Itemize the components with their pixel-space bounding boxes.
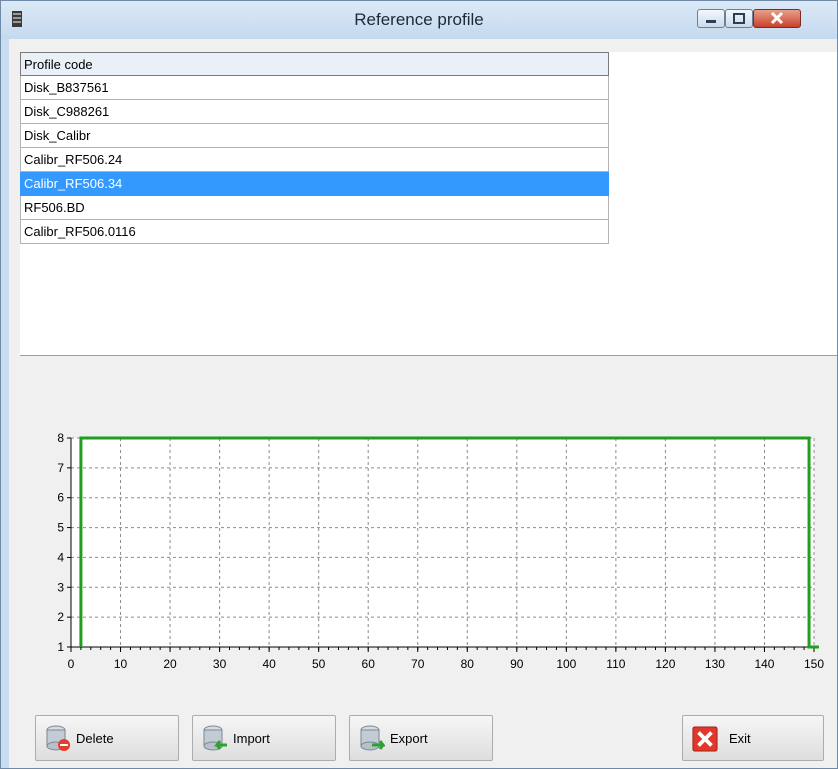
profile-list-header[interactable]: Profile code: [20, 52, 609, 76]
profile-list-item[interactable]: Disk_B837561: [20, 76, 609, 100]
reference-profile-window: Reference profile Profile code Disk_B837…: [0, 0, 838, 769]
client-area: Profile code Disk_B837561 Disk_C988261 D…: [9, 39, 837, 768]
database-export-icon: [360, 725, 385, 751]
profile-list-item-selected[interactable]: Calibr_RF506.34: [20, 172, 609, 196]
x-tick-label: 60: [362, 657, 376, 671]
x-tick-label: 10: [114, 657, 128, 671]
profile-chart: 0 10 20 30 40 50 60 70 80 90 100 110 120 130 140 150 1 2 3…: [57, 431, 824, 671]
profile-chart-panel: 0 10 20 30 40 50 60 70 80 90 100 110 120 130 140 150 1 2 3…: [20, 365, 837, 696]
close-icon: [770, 11, 784, 25]
close-button[interactable]: [753, 9, 801, 28]
exit-button[interactable]: Exit: [682, 715, 824, 761]
y-tick-label: 5: [57, 521, 64, 535]
y-tick-label: 1: [57, 640, 64, 654]
delete-button-label: Delete: [76, 731, 114, 746]
x-tick-label: 100: [556, 657, 576, 671]
exit-button-label: Exit: [729, 731, 751, 746]
import-button[interactable]: Import: [192, 715, 336, 761]
export-button[interactable]: Export: [349, 715, 493, 761]
x-tick-label: 50: [312, 657, 326, 671]
minimize-button[interactable]: [697, 9, 725, 28]
x-tick-label: 30: [213, 657, 227, 671]
maximize-icon: [733, 13, 745, 24]
x-tick-label: 140: [754, 657, 774, 671]
x-tick-label: 20: [163, 657, 177, 671]
y-tick-label: 6: [57, 491, 64, 505]
x-tick-label: 70: [411, 657, 425, 671]
profile-list-item[interactable]: RF506.BD: [20, 196, 609, 220]
profile-list-item[interactable]: Disk_Calibr: [20, 124, 609, 148]
maximize-button[interactable]: [725, 9, 753, 28]
x-tick-label: 0: [68, 657, 75, 671]
database-delete-icon: [46, 725, 70, 751]
import-button-label: Import: [233, 731, 270, 746]
x-tick-label: 120: [655, 657, 675, 671]
profile-list-item[interactable]: Calibr_RF506.24: [20, 148, 609, 172]
y-tick-label: 3: [57, 580, 64, 594]
x-tick-label: 130: [705, 657, 725, 671]
profile-list[interactable]: Profile code Disk_B837561 Disk_C988261 D…: [20, 52, 837, 356]
profile-list-item[interactable]: Calibr_RF506.0116: [20, 220, 609, 244]
x-tick-label: 80: [461, 657, 475, 671]
x-tick-label: 150: [804, 657, 824, 671]
minimize-icon: [706, 20, 716, 23]
title-bar[interactable]: Reference profile: [1, 1, 837, 39]
x-tick-label: 110: [606, 657, 625, 671]
plot-area: [71, 438, 814, 647]
export-button-label: Export: [390, 731, 428, 746]
x-tick-label: 40: [262, 657, 276, 671]
exit-icon: [692, 726, 718, 752]
profile-list-item[interactable]: Disk_C988261: [20, 100, 609, 124]
y-tick-label: 4: [57, 550, 64, 564]
y-tick-label: 7: [57, 461, 64, 475]
y-tick-label: 8: [57, 431, 64, 445]
database-import-icon: [203, 725, 227, 751]
x-tick-label: 90: [510, 657, 524, 671]
delete-button[interactable]: Delete: [35, 715, 179, 761]
y-tick-label: 2: [57, 610, 64, 624]
